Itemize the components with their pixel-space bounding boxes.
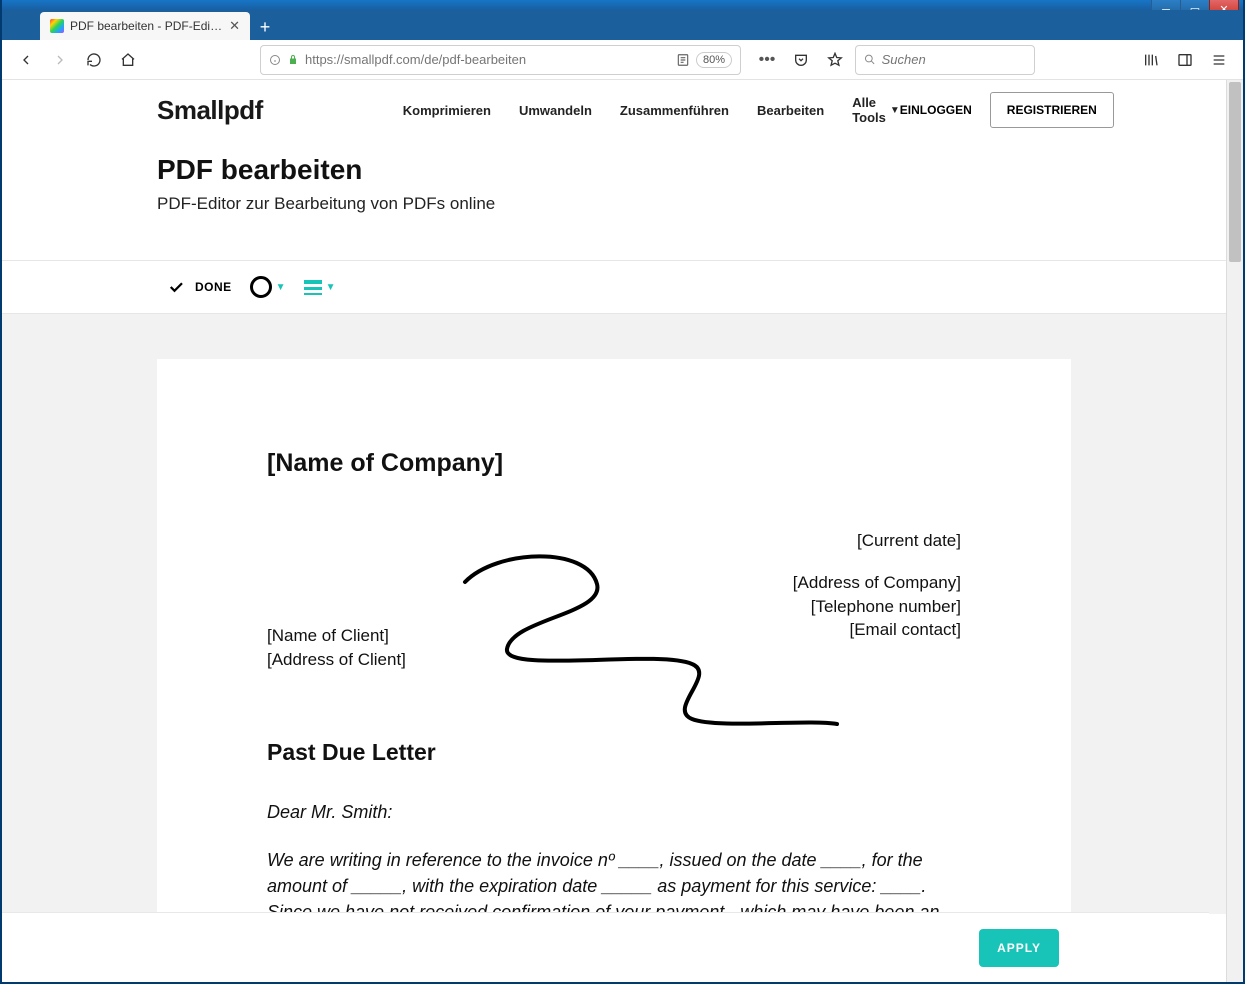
tab-strip: PDF bearbeiten - PDF-Editor an ✕ + bbox=[2, 10, 1243, 40]
login-button[interactable]: EINLOGGEN bbox=[900, 103, 972, 117]
tab-close-icon[interactable]: ✕ bbox=[229, 18, 240, 34]
zoom-badge[interactable]: 80% bbox=[696, 52, 732, 68]
search-box[interactable] bbox=[855, 45, 1035, 75]
nav-umwandeln[interactable]: Umwandeln bbox=[519, 95, 592, 125]
doc-letter-title: Past Due Letter bbox=[267, 739, 436, 766]
chevron-down-icon: ▼ bbox=[890, 105, 900, 116]
register-button[interactable]: REGISTRIEREN bbox=[990, 92, 1114, 128]
search-icon bbox=[864, 53, 876, 66]
home-button[interactable] bbox=[114, 46, 142, 74]
thickness-icon bbox=[304, 280, 322, 295]
menu-button[interactable] bbox=[1205, 46, 1233, 74]
page-actions-button[interactable]: ••• bbox=[753, 46, 781, 74]
check-icon bbox=[167, 278, 185, 296]
caret-down-icon: ▼ bbox=[276, 282, 286, 293]
circle-shape-icon bbox=[250, 276, 272, 298]
nav-zusammenfuehren[interactable]: Zusammenführen bbox=[620, 95, 729, 125]
canvas-area: [Name of Company] [Current date] [Addres… bbox=[2, 314, 1226, 914]
bookmark-button[interactable] bbox=[821, 46, 849, 74]
library-button[interactable] bbox=[1137, 46, 1165, 74]
url-text: https://smallpdf.com/de/pdf-bearbeiten bbox=[305, 52, 670, 67]
scrollbar[interactable] bbox=[1226, 80, 1243, 982]
scrollbar-thumb[interactable] bbox=[1229, 82, 1241, 262]
search-input[interactable] bbox=[882, 52, 1026, 67]
page-subtitle: PDF-Editor zur Bearbeitung von PDFs onli… bbox=[157, 194, 1226, 214]
page-title: PDF bearbeiten bbox=[157, 154, 1226, 186]
nav-alletools[interactable]: Alle Tools ▼ bbox=[852, 95, 900, 125]
thickness-picker[interactable]: ▼ bbox=[304, 280, 336, 295]
address-bar[interactable]: https://smallpdf.com/de/pdf-bearbeiten 8… bbox=[260, 45, 741, 75]
reload-button[interactable] bbox=[80, 46, 108, 74]
back-button[interactable] bbox=[12, 46, 40, 74]
info-icon bbox=[269, 54, 281, 66]
caret-down-icon: ▼ bbox=[326, 282, 336, 293]
tab-title: PDF bearbeiten - PDF-Editor an bbox=[70, 19, 223, 33]
reader-icon[interactable] bbox=[676, 53, 690, 67]
apply-button[interactable]: APPLY bbox=[979, 929, 1059, 967]
favicon-icon bbox=[50, 19, 64, 33]
site-header: Smallpdf Komprimieren Umwandeln Zusammen… bbox=[2, 80, 1226, 140]
apply-bar: APPLY bbox=[2, 912, 1209, 982]
doc-company-name: [Name of Company] bbox=[267, 449, 961, 478]
browser-tab[interactable]: PDF bearbeiten - PDF-Editor an ✕ bbox=[40, 12, 250, 40]
browser-toolbar: https://smallpdf.com/de/pdf-bearbeiten 8… bbox=[2, 40, 1243, 80]
done-button[interactable]: DONE bbox=[167, 278, 232, 296]
nav-bearbeiten[interactable]: Bearbeiten bbox=[757, 95, 824, 125]
doc-greeting: Dear Mr. Smith: bbox=[267, 799, 961, 825]
smallpdf-logo[interactable]: Smallpdf bbox=[157, 95, 263, 126]
sidebar-button[interactable] bbox=[1171, 46, 1199, 74]
shape-picker[interactable]: ▼ bbox=[250, 276, 286, 298]
lock-icon bbox=[287, 54, 299, 66]
nav-komprimieren[interactable]: Komprimieren bbox=[403, 95, 491, 125]
pocket-button[interactable] bbox=[787, 46, 815, 74]
forward-button[interactable] bbox=[46, 46, 74, 74]
doc-client-address: [Address of Client] bbox=[267, 648, 406, 672]
editor-toolbar: DONE ▼ ▼ bbox=[2, 260, 1226, 314]
doc-client-name: [Name of Client] bbox=[267, 624, 406, 648]
new-tab-button[interactable]: + bbox=[250, 14, 280, 40]
drawn-annotation[interactable] bbox=[457, 554, 857, 754]
pdf-document[interactable]: [Name of Company] [Current date] [Addres… bbox=[157, 359, 1071, 914]
doc-current-date: [Current date] bbox=[793, 529, 961, 553]
